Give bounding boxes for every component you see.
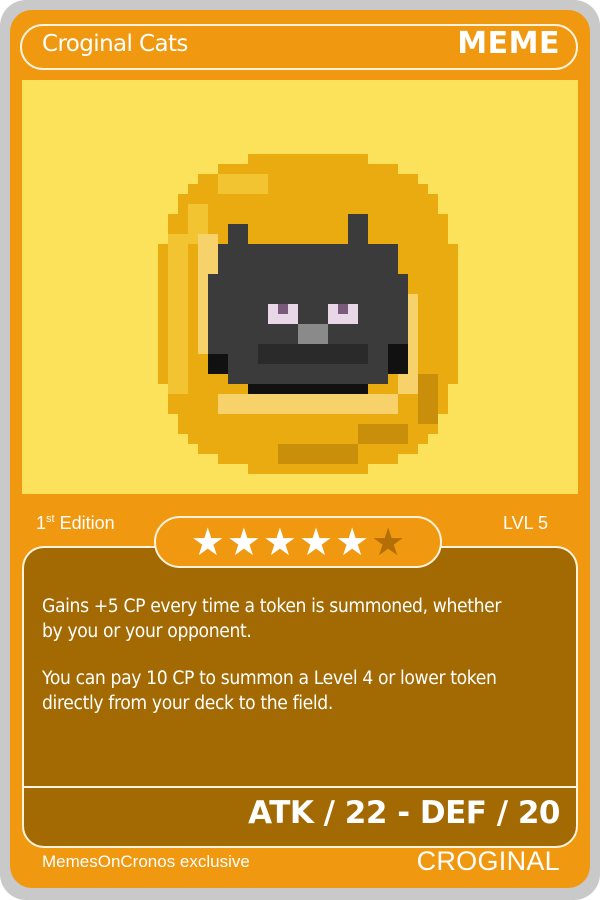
ability-line-2: You can pay 10 CP to summon a Level 4 or… [42,668,497,714]
edition-suffix: st [46,513,55,525]
level-label: LVL 5 [502,513,548,533]
star-filled-icon: ★ [262,520,297,564]
set-name: CROGINAL [416,846,560,876]
card-artwork [22,80,578,494]
star-filled-icon: ★ [226,520,261,564]
card-type: MEME [457,26,560,61]
pixel-cat-coin [158,154,458,474]
attack-defense-stats: ATK / 22 - DEF / 20 [248,795,560,831]
card-name: Croginal Cats [42,31,188,57]
exclusive-label: MemesOnCronos exclusive [42,852,250,871]
edition-number: 1 [36,513,47,533]
edition-text: Edition [54,513,115,533]
star-empty-icon: ★ [371,520,406,564]
ability-text: Gains +5 CP every time a token is summon… [42,594,526,738]
star-filled-icon: ★ [190,520,225,564]
edition-label: 1st Edition [36,513,115,534]
star-filled-icon: ★ [335,520,370,564]
star-rating: ★ ★ ★ ★ ★ ★ [154,516,442,568]
ability-line-1: Gains +5 CP every time a token is summon… [42,596,502,642]
star-filled-icon: ★ [299,520,334,564]
